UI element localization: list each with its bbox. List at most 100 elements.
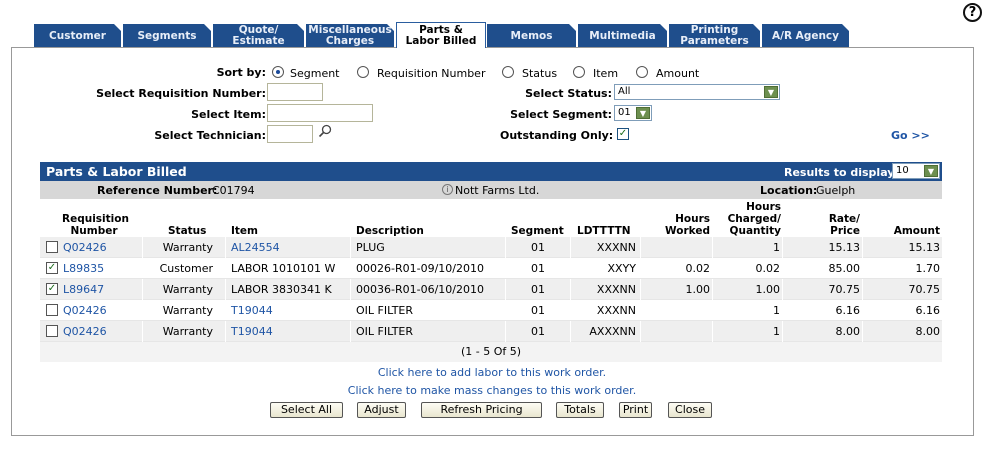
sort-option-amount-label: Amount — [656, 67, 700, 80]
segment-select[interactable]: 01 ▼ — [614, 105, 652, 121]
reference-number-value: C01794 — [212, 184, 255, 197]
sort-radio-amount[interactable] — [636, 66, 648, 78]
tab-multimedia[interactable]: Multimedia — [578, 24, 668, 48]
row-amount: 15.13 — [908, 241, 941, 254]
row-select-checkbox[interactable]: ✓ — [46, 283, 58, 295]
tab-memos[interactable]: Memos — [487, 24, 577, 48]
sort-option-requisition-label: Requisition Number — [377, 67, 486, 80]
search-icon[interactable] — [318, 124, 332, 138]
col-hours-worked-line2: Worked — [665, 225, 710, 237]
col-hours-charged-line2: Charged/ — [727, 213, 781, 225]
print-button[interactable]: Print — [619, 402, 652, 418]
requisition-link[interactable]: L89647 — [63, 283, 104, 296]
sort-radio-segment[interactable] — [272, 66, 284, 78]
close-button[interactable]: Close — [668, 402, 712, 418]
refresh-pricing-button[interactable]: Refresh Pricing — [421, 402, 542, 418]
requisition-link[interactable]: Q02426 — [63, 304, 107, 317]
row-description: 00036-R01-06/10/2010 — [356, 283, 484, 296]
location-value: Guelph — [816, 184, 856, 197]
row-select-checkbox[interactable]: ✓ — [46, 262, 58, 274]
tab-quote-estimate[interactable]: Quote/ Estimate — [213, 24, 305, 48]
tab-customer[interactable]: Customer — [34, 24, 122, 48]
col-rate-line2: Price — [830, 225, 860, 237]
grid-header: Parts & Labor Billed Results to display:… — [40, 162, 942, 181]
sort-option-status-label: Status — [522, 67, 558, 80]
row-description: 00026-R01-09/10/2010 — [356, 262, 484, 275]
reference-bar: Reference Number: C01794 i Nott Farms Lt… — [40, 181, 942, 199]
row-select-checkbox[interactable] — [46, 325, 58, 337]
col-requisition-number: Requisition Number — [62, 213, 129, 237]
tab-segments[interactable]: Segments — [123, 24, 212, 48]
requisition-number-label: Select Requisition Number: — [96, 87, 266, 100]
table-row: Q02426 Warranty T19044 OIL FILTER 01 XXX… — [40, 300, 942, 321]
row-segment: 01 — [531, 262, 545, 275]
technician-input[interactable] — [267, 125, 313, 143]
chevron-down-icon[interactable]: ▼ — [636, 107, 650, 119]
col-requisition-line1: Requisition — [62, 213, 129, 225]
row-description: OIL FILTER — [356, 304, 414, 317]
requisition-link[interactable]: L89835 — [63, 262, 104, 275]
results-to-display-select[interactable]: 10 ▼ — [892, 163, 940, 179]
tab-ar-agency[interactable]: A/R Agency — [762, 24, 850, 48]
chevron-down-icon[interactable]: ▼ — [764, 86, 778, 98]
item-link[interactable]: T19044 — [231, 325, 273, 338]
item-link[interactable]: T19044 — [231, 304, 273, 317]
row-segment: 01 — [531, 241, 545, 254]
status-select-value: All — [618, 86, 631, 97]
info-icon[interactable]: i — [442, 184, 453, 195]
item-link[interactable]: AL24554 — [231, 241, 280, 254]
row-amount: 70.75 — [908, 283, 941, 296]
help-icon[interactable]: ? — [963, 3, 982, 22]
col-hours-charged-line1: Hours — [746, 201, 781, 213]
sort-radio-item[interactable] — [573, 66, 585, 78]
row-hours-charged: 1 — [773, 304, 780, 317]
row-ldtttn: AXXXNN — [589, 325, 636, 338]
tab-parts-labor-billed[interactable]: Parts & Labor Billed — [396, 22, 486, 48]
table-row: ✓ L89835 Customer LABOR 1010101 W 00026-… — [40, 258, 942, 279]
col-amount: Amount — [893, 225, 940, 237]
reference-number-label: Reference Number: — [97, 184, 218, 197]
row-segment: 01 — [531, 325, 545, 338]
pager-text: (1 - 5 Of 5) — [460, 345, 522, 358]
col-rate-line1: Rate/ — [828, 213, 860, 225]
row-hours-worked: 1.00 — [685, 283, 711, 296]
col-hours-charged-quantity: Hours Charged/ Quantity — [720, 201, 781, 237]
item-input[interactable] — [267, 104, 373, 122]
parts-labor-grid: Parts & Labor Billed Results to display:… — [40, 162, 942, 362]
row-status: Warranty — [162, 325, 213, 338]
row-description: OIL FILTER — [356, 325, 414, 338]
tab-printing-parameters[interactable]: Printing Parameters — [669, 24, 761, 48]
row-status: Customer — [159, 262, 213, 275]
sort-radio-requisition-number[interactable] — [357, 66, 369, 78]
tab-miscellaneous-charges[interactable]: Miscellaneous Charges — [306, 24, 395, 48]
col-item: Item — [231, 225, 258, 237]
table-row: Q02426 Warranty AL24554 PLUG 01 XXXNN 1 … — [40, 237, 942, 258]
row-select-checkbox[interactable] — [46, 304, 58, 316]
row-segment: 01 — [531, 304, 545, 317]
add-labor-link[interactable]: Click here to add labor to this work ord… — [0, 366, 984, 379]
mass-changes-link[interactable]: Click here to make mass changes to this … — [0, 384, 984, 397]
row-select-checkbox[interactable] — [46, 241, 58, 253]
chevron-down-icon[interactable]: ▼ — [924, 165, 938, 177]
row-item: LABOR 3830341 K — [231, 283, 332, 296]
totals-button[interactable]: Totals — [556, 402, 604, 418]
go-link[interactable]: Go >> — [891, 129, 930, 142]
segment-select-value: 01 — [618, 107, 631, 118]
grid-title: Parts & Labor Billed — [46, 164, 187, 179]
requisition-number-input[interactable] — [267, 83, 323, 101]
sort-option-segment-label: Segment — [290, 67, 340, 80]
results-to-display-label: Results to display: — [784, 166, 899, 179]
requisition-link[interactable]: Q02426 — [63, 325, 107, 338]
col-hours-worked: Hours Worked — [660, 213, 710, 237]
row-hours-charged: 1 — [773, 241, 780, 254]
select-all-button[interactable]: Select All — [270, 402, 343, 418]
row-amount: 8.00 — [915, 325, 941, 338]
status-select[interactable]: All ▼ — [614, 84, 780, 100]
adjust-button[interactable]: Adjust — [357, 402, 406, 418]
requisition-link[interactable]: Q02426 — [63, 241, 107, 254]
col-hours-charged-line3: Quantity — [729, 225, 781, 237]
sort-radio-status[interactable] — [502, 66, 514, 78]
outstanding-only-checkbox[interactable]: ✓ — [617, 128, 629, 140]
technician-label: Select Technician: — [154, 129, 266, 142]
row-status: Warranty — [162, 283, 213, 296]
